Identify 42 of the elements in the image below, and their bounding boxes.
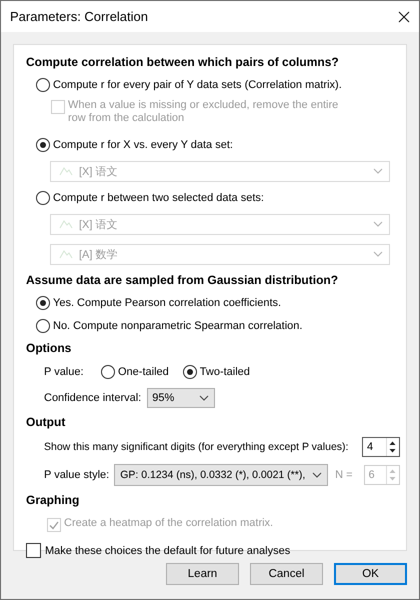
radio-button[interactable]	[101, 365, 115, 379]
line-chart-icon	[59, 249, 73, 259]
close-icon	[398, 10, 410, 22]
radio-label[interactable]: One-tailed	[118, 366, 169, 378]
field-label: Confidence interval:	[43, 392, 142, 404]
field-label: Show this many significant digits (for everything except P values):	[43, 441, 348, 453]
number-spinner[interactable]: 4	[362, 437, 400, 457]
chevron-icon	[312, 472, 322, 478]
section-heading: Assume data are sampled from Gaussian distribution?	[26, 272, 340, 289]
radio-button[interactable]	[36, 190, 50, 204]
section-heading: Output	[26, 414, 66, 431]
checkbox-label[interactable]: Make these choices the default for future analyses	[45, 544, 290, 556]
checkbox[interactable]	[26, 543, 41, 558]
radio-button[interactable]	[36, 78, 50, 92]
dropdown[interactable]: 95%	[147, 388, 216, 408]
section-heading: Graphing	[26, 492, 80, 509]
radio-label[interactable]: Compute r between two selected data sets:	[53, 192, 264, 204]
radio-button[interactable]	[182, 365, 197, 379]
radio-button[interactable]	[36, 318, 50, 332]
chevron-icon	[199, 395, 210, 401]
radio-label[interactable]: Compute r for X vs. every Y data set:	[53, 138, 233, 150]
radio-label[interactable]: Compute r for every pair of Y data sets (Correlation matrix).	[53, 78, 342, 90]
field-label: P value style:	[43, 469, 110, 481]
window-title: Parameters: Correlation	[10, 9, 148, 24]
line-chart-icon	[59, 219, 73, 229]
dialog-button[interactable]: Cancel	[250, 563, 323, 585]
radio-label[interactable]: Two-tailed	[200, 366, 250, 378]
dialog-button[interactable]: OK	[334, 563, 407, 585]
field-label: P value:	[43, 366, 85, 378]
radio-button[interactable]	[36, 138, 50, 152]
dropdown[interactable]: GP: 0.1234 (ns), 0.0332 (*), 0.0021 (**),	[114, 464, 328, 486]
radio-label[interactable]: Yes. Compute Pearson correlation coefficients.	[53, 296, 282, 308]
section-heading: Compute correlation between which pairs of columns?	[26, 54, 340, 71]
chevron-icon	[373, 251, 383, 257]
section-heading: Options	[26, 340, 72, 357]
chevron-icon	[373, 168, 383, 174]
field-label: N =	[335, 469, 353, 481]
chevron-icon	[373, 221, 383, 227]
dialog-button[interactable]: Learn	[166, 563, 239, 585]
radio-label[interactable]: No. Compute nonparametric Spearman correlation.	[53, 320, 302, 332]
line-chart-icon	[59, 166, 73, 176]
radio-button[interactable]	[36, 296, 50, 310]
